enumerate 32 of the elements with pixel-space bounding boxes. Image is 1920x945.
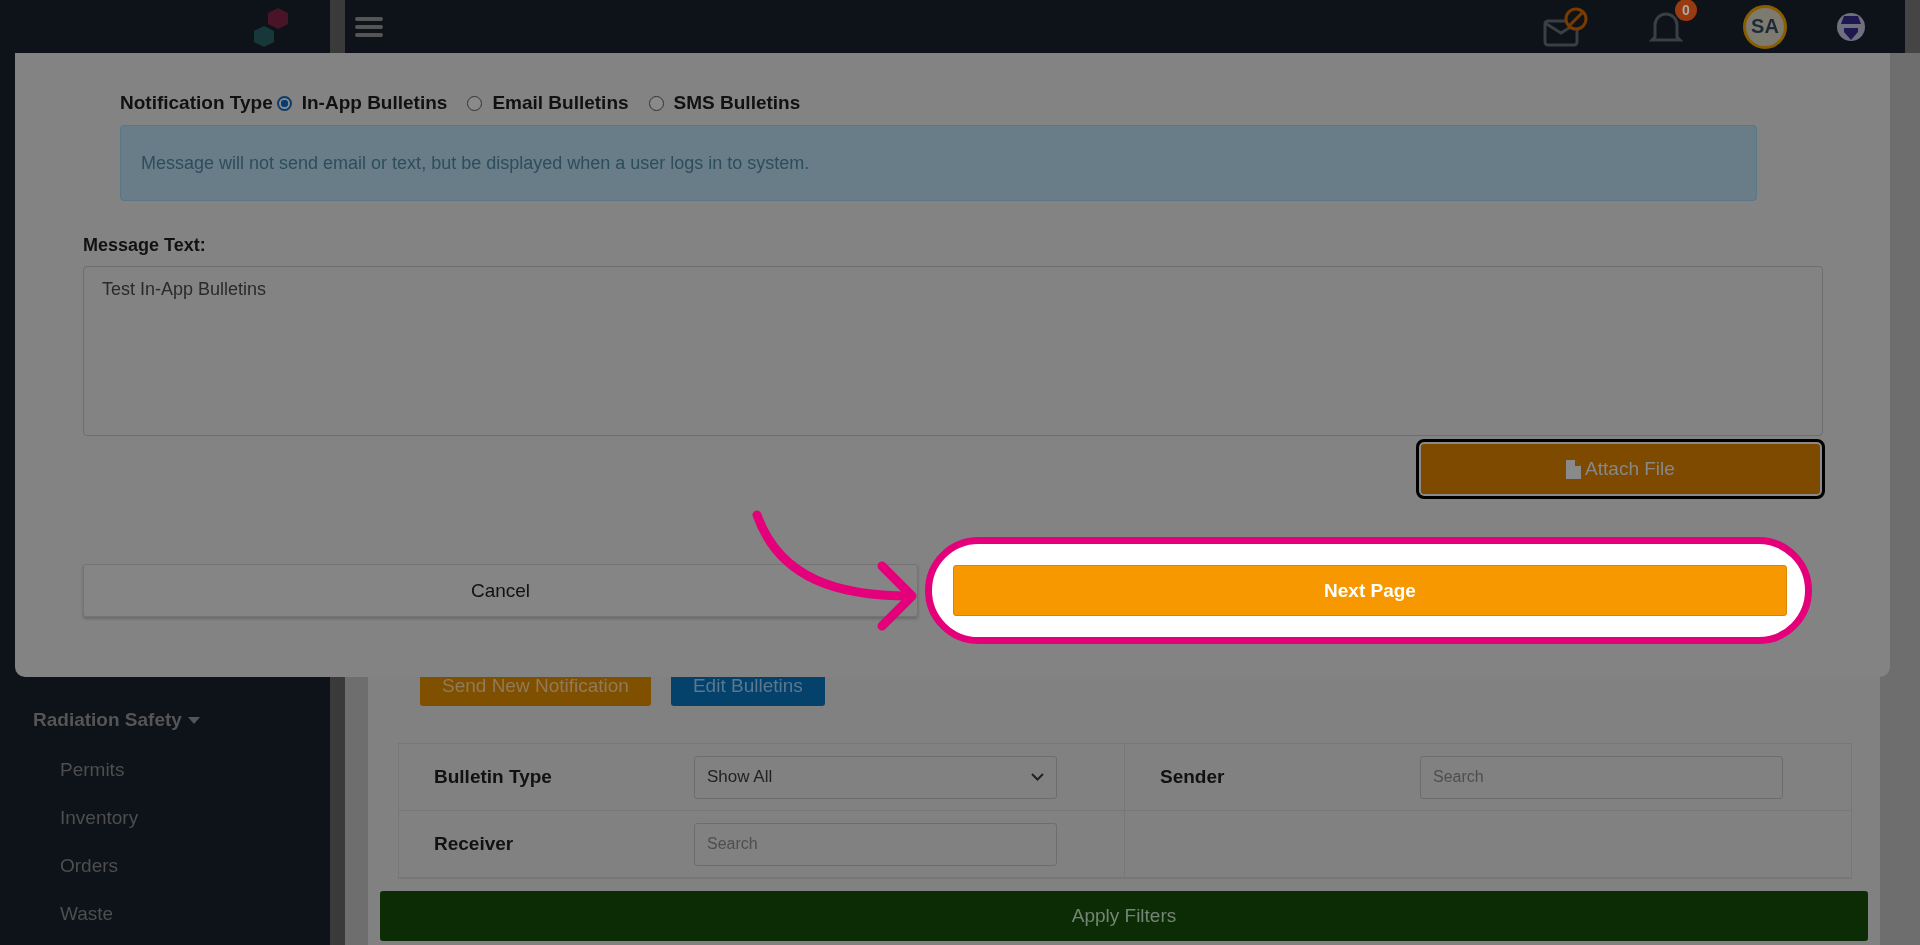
sidebar-item[interactable]: Orders xyxy=(60,851,119,880)
info-message: Message will not send email or text, but be displayed when a user logs in to system. xyxy=(120,125,1757,201)
filter-label: Receiver xyxy=(434,833,515,855)
caret-icon xyxy=(187,716,200,724)
scrollbar[interactable] xyxy=(330,0,345,53)
attach-file-button[interactable]: Attach File xyxy=(1416,439,1825,499)
chevron-down-icon xyxy=(1031,773,1044,781)
radio-label[interactable]: SMS Bulletins xyxy=(673,92,801,114)
radio-label[interactable]: In-App Bulletins xyxy=(301,92,448,114)
radio-label[interactable]: Email Bulletins xyxy=(492,92,629,114)
field-label: Notification Type xyxy=(120,92,273,114)
user-avatar[interactable]: SA xyxy=(1743,4,1787,49)
radio-button[interactable] xyxy=(276,95,292,111)
sidebar-section[interactable]: Radiation Safety xyxy=(33,705,200,735)
mail-blocked-icon[interactable] xyxy=(1543,6,1589,47)
filter-label: Bulletin Type xyxy=(434,766,553,788)
apply-filters-button[interactable]: Apply Filters xyxy=(380,891,1868,941)
field-label: Message Text: xyxy=(83,235,207,256)
sidebar-item[interactable]: Inventory xyxy=(60,803,139,832)
notification-badge: 0 xyxy=(1675,0,1697,21)
sidebar-item[interactable]: Permits xyxy=(60,755,125,784)
bulletin-type-select[interactable]: Show All xyxy=(694,755,1057,799)
page-scrollbar[interactable] xyxy=(1905,0,1920,53)
next-page-button[interactable]: Next Page xyxy=(953,565,1787,616)
menu-icon[interactable] xyxy=(355,15,383,38)
filter-label: Sender xyxy=(1160,766,1226,788)
radio-button[interactable] xyxy=(648,95,664,111)
radio-button[interactable] xyxy=(467,95,483,111)
message-text-area[interactable]: Test In-App Bulletins xyxy=(83,266,1823,436)
sidebar-item[interactable]: Waste xyxy=(60,899,114,928)
cancel-button[interactable]: Cancel xyxy=(83,564,918,617)
file-icon xyxy=(1566,459,1582,479)
